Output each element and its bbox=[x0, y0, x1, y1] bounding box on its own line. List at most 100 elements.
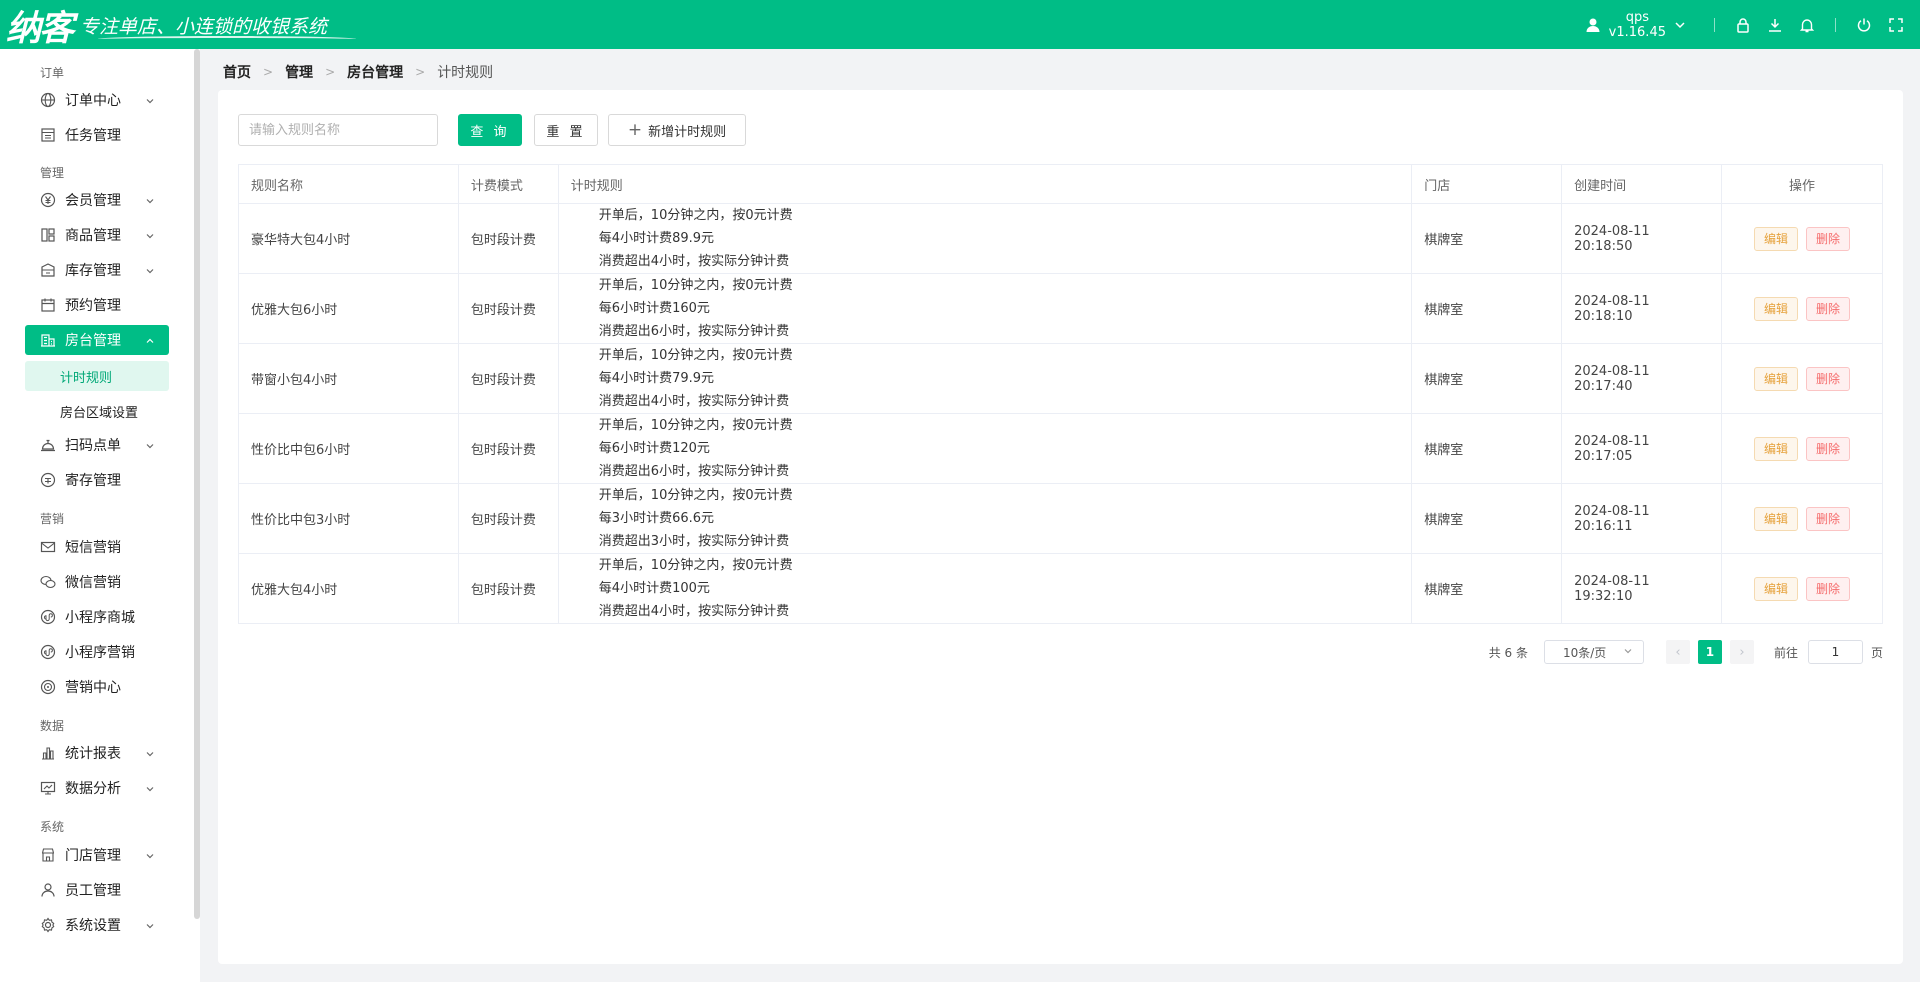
user-menu[interactable]: qps v1.16.45 bbox=[1583, 10, 1686, 40]
sidebar-subitem-timing-rules[interactable]: 计时规则 bbox=[25, 361, 169, 391]
prev-page-button[interactable]: ‹ bbox=[1665, 640, 1690, 664]
sidebar-item-label: 订单中心 bbox=[65, 93, 121, 109]
sidebar-item-goods-manage[interactable]: 商品管理 bbox=[25, 220, 169, 250]
edit-button[interactable]: 编辑 bbox=[1754, 576, 1799, 601]
delete-button[interactable]: 删除 bbox=[1806, 226, 1851, 251]
sidebar-section-system: 系统 bbox=[40, 820, 65, 834]
column-header-name: 规则名称 bbox=[238, 164, 459, 204]
column-header-actions: 操作 bbox=[1721, 164, 1883, 204]
sidebar: 订单 订单中心 任务管理 管理 会员管理 商品管理 库存管理 预约管理 房台管理… bbox=[0, 49, 200, 982]
billing-mode-cell: 包时段计费 bbox=[458, 343, 559, 414]
add-timing-rule-button[interactable]: + 新增计时规则 bbox=[608, 114, 746, 146]
reset-button[interactable]: 重 置 bbox=[534, 114, 598, 146]
sidebar-subitem-room-area[interactable]: 房台区域设置 bbox=[25, 396, 169, 426]
sidebar-item-scan-order[interactable]: 扫码点单 bbox=[25, 430, 169, 460]
breadcrumb-room-manage[interactable]: 房台管理 bbox=[347, 62, 403, 82]
chevron-right-icon: > bbox=[325, 65, 336, 79]
user-meta: qps v1.16.45 bbox=[1609, 10, 1666, 40]
sidebar-item-label: 预约管理 bbox=[65, 298, 121, 314]
rule-line: 每4小时计费100元 bbox=[598, 581, 710, 596]
rule-name-cell: 优雅大包4小时 bbox=[238, 553, 459, 624]
sidebar-item-stock-manage[interactable]: 库存管理 bbox=[25, 255, 169, 285]
delete-button[interactable]: 删除 bbox=[1806, 366, 1851, 391]
lock-icon[interactable] bbox=[1733, 15, 1753, 35]
actions-cell: 编辑 删除 bbox=[1721, 553, 1883, 624]
goto-page-input[interactable] bbox=[1807, 640, 1863, 664]
page-number-current[interactable]: 1 bbox=[1697, 640, 1722, 664]
actions-cell: 编辑 删除 bbox=[1721, 483, 1883, 554]
page-size-select[interactable]: 10条/页 bbox=[1543, 640, 1644, 664]
sidebar-item-store-manage[interactable]: 门店管理 bbox=[25, 840, 169, 870]
sidebar-item-label: 寄存管理 bbox=[65, 473, 121, 489]
sidebar-scrollbar[interactable] bbox=[194, 49, 200, 919]
rule-line: 消费超出6小时，按实际分钟计费 bbox=[598, 464, 790, 479]
store-cell: 棋牌室 bbox=[1411, 413, 1563, 484]
user-icon bbox=[1583, 15, 1603, 35]
rule-line: 消费超出4小时，按实际分钟计费 bbox=[598, 254, 790, 269]
timing-rule-cell: 开单后，10分钟之内，按0元计费 每6小时计费120元 消费超出6小时，按实际分钟计… bbox=[558, 413, 1413, 484]
sidebar-item-marketing-center[interactable]: 营销中心 bbox=[25, 672, 169, 702]
next-page-button[interactable]: › bbox=[1729, 640, 1754, 664]
add-timing-rule-label: 新增计时规则 bbox=[648, 124, 727, 140]
fullscreen-icon[interactable] bbox=[1886, 15, 1906, 35]
task-icon bbox=[39, 126, 57, 144]
bell-icon[interactable] bbox=[1797, 15, 1817, 35]
logo-slogan: 专注单店、小连锁的收银系统 bbox=[80, 15, 328, 38]
sidebar-item-system-settings[interactable]: 系统设置 bbox=[25, 910, 169, 940]
power-icon[interactable] bbox=[1854, 15, 1874, 35]
billing-mode-cell: 包时段计费 bbox=[458, 553, 559, 624]
monitor-chart-icon bbox=[39, 779, 57, 797]
timing-rule-cell: 开单后，10分钟之内，按0元计费 每3小时计费66.6元 消费超出3小时，按实际分钟… bbox=[558, 483, 1413, 554]
delete-button[interactable]: 删除 bbox=[1806, 506, 1851, 531]
table-row: 带窗小包4小时 包时段计费 开单后，10分钟之内，按0元计费 每4小时计费79.9… bbox=[238, 343, 1883, 414]
sidebar-item-order-center[interactable]: 订单中心 bbox=[25, 85, 169, 115]
chevron-down-icon bbox=[145, 919, 155, 929]
rule-name-cell: 优雅大包6小时 bbox=[238, 273, 459, 344]
sidebar-item-room-manage[interactable]: 房台管理 bbox=[25, 325, 169, 355]
store-cell: 棋牌室 bbox=[1411, 203, 1563, 274]
sidebar-item-wechat-marketing[interactable]: 微信营销 bbox=[25, 567, 169, 597]
breadcrumb-manage[interactable]: 管理 bbox=[285, 62, 313, 82]
sidebar-item-sms-marketing[interactable]: 短信营销 bbox=[25, 532, 169, 562]
sidebar-section-order: 订单 bbox=[40, 66, 65, 80]
sidebar-item-label: 系统设置 bbox=[65, 918, 121, 934]
created-time-cell: 2024-08-11 20:16:11 bbox=[1561, 483, 1723, 554]
rule-name-cell: 性价比中包6小时 bbox=[238, 413, 459, 484]
sidebar-item-member-manage[interactable]: 会员管理 bbox=[25, 185, 169, 215]
edit-button[interactable]: 编辑 bbox=[1754, 296, 1799, 321]
rule-line: 每6小时计费160元 bbox=[598, 301, 710, 316]
edit-button[interactable]: 编辑 bbox=[1754, 506, 1799, 531]
edit-button[interactable]: 编辑 bbox=[1754, 366, 1799, 391]
sidebar-item-data-analysis[interactable]: 数据分析 bbox=[25, 773, 169, 803]
sidebar-item-deposit-manage[interactable]: 寄存管理 bbox=[25, 465, 169, 495]
rule-name-search-input[interactable] bbox=[238, 114, 438, 146]
timing-rule-cell: 开单后，10分钟之内，按0元计费 每6小时计费160元 消费超出6小时，按实际分钟计… bbox=[558, 273, 1413, 344]
sidebar-item-label: 小程序营销 bbox=[65, 645, 135, 661]
sidebar-item-mini-marketing[interactable]: 小程序营销 bbox=[25, 637, 169, 667]
edit-button[interactable]: 编辑 bbox=[1754, 436, 1799, 461]
sidebar-item-task-manage[interactable]: 任务管理 bbox=[25, 120, 169, 150]
delete-button[interactable]: 删除 bbox=[1806, 436, 1851, 461]
created-time-cell: 2024-08-11 20:18:50 bbox=[1561, 203, 1723, 274]
delete-button[interactable]: 删除 bbox=[1806, 576, 1851, 601]
table-row: 豪华特大包4小时 包时段计费 开单后，10分钟之内，按0元计费 每4小时计费89.… bbox=[238, 203, 1883, 274]
sidebar-item-label: 小程序商城 bbox=[65, 610, 135, 626]
query-button[interactable]: 查 询 bbox=[458, 114, 522, 146]
sidebar-item-stats-report[interactable]: 统计报表 bbox=[25, 738, 169, 768]
breadcrumb-home[interactable]: 首页 bbox=[223, 62, 251, 82]
sidebar-item-label: 微信营销 bbox=[65, 575, 121, 591]
edit-button[interactable]: 编辑 bbox=[1754, 226, 1799, 251]
yen-icon bbox=[39, 191, 57, 209]
sidebar-item-label: 任务管理 bbox=[65, 128, 121, 144]
sidebar-item-staff-manage[interactable]: 员工管理 bbox=[25, 875, 169, 905]
rule-line: 开单后，10分钟之内，按0元计费 bbox=[598, 348, 793, 363]
sidebar-item-booking-manage[interactable]: 预约管理 bbox=[25, 290, 169, 320]
sidebar-item-mini-shop[interactable]: 小程序商城 bbox=[25, 602, 169, 632]
delete-button[interactable]: 删除 bbox=[1806, 296, 1851, 321]
rule-line: 消费超出4小时，按实际分钟计费 bbox=[598, 394, 790, 409]
chevron-down-icon bbox=[145, 849, 155, 859]
rule-line: 消费超出6小时，按实际分钟计费 bbox=[598, 324, 790, 339]
billing-mode-cell: 包时段计费 bbox=[458, 273, 559, 344]
download-icon[interactable] bbox=[1765, 15, 1785, 35]
sidebar-item-label: 扫码点单 bbox=[65, 438, 121, 454]
